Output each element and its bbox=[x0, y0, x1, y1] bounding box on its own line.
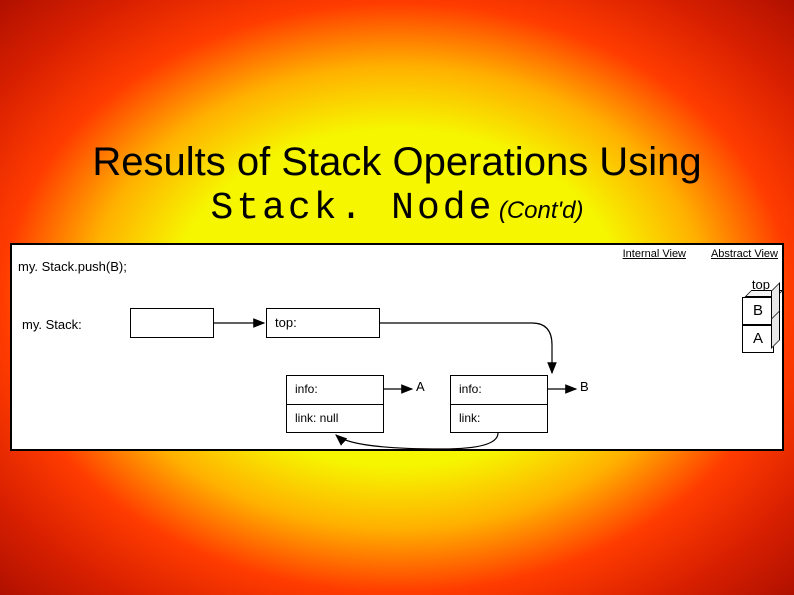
node-a-link: link: null bbox=[287, 405, 383, 434]
diagram-panel: Internal View Abstract View my. Stack.pu… bbox=[10, 243, 784, 451]
top-box: top: bbox=[266, 308, 380, 338]
abstract-view-label: Abstract View bbox=[711, 248, 778, 260]
mystack-label: my. Stack: bbox=[22, 317, 82, 332]
title-mono: Stack. Node bbox=[211, 187, 495, 230]
mystack-box bbox=[130, 308, 214, 338]
node-b-link: link: bbox=[451, 405, 547, 434]
node-a: info: link: null bbox=[286, 375, 384, 433]
node-a-info: info: bbox=[287, 376, 383, 405]
title-line1: Results of Stack Operations Using bbox=[0, 140, 794, 185]
node-b-info: info: bbox=[451, 376, 547, 405]
operation-call: my. Stack.push(B); bbox=[18, 259, 127, 274]
arrows-svg bbox=[12, 245, 786, 453]
top-label: top: bbox=[275, 315, 297, 330]
slide-title: Results of Stack Operations Using Stack.… bbox=[0, 140, 794, 230]
title-line2: Stack. Node (Cont'd) bbox=[0, 187, 794, 230]
stack-cell-a: A bbox=[742, 325, 774, 353]
stack-cell-b: B bbox=[742, 297, 774, 325]
node-b: info: link: bbox=[450, 375, 548, 433]
node-a-value: A bbox=[416, 379, 425, 394]
title-contd: (Cont'd) bbox=[499, 197, 584, 224]
internal-view-label: Internal View bbox=[623, 248, 686, 260]
abstract-stack: B A bbox=[742, 297, 774, 353]
node-b-value: B bbox=[580, 379, 589, 394]
